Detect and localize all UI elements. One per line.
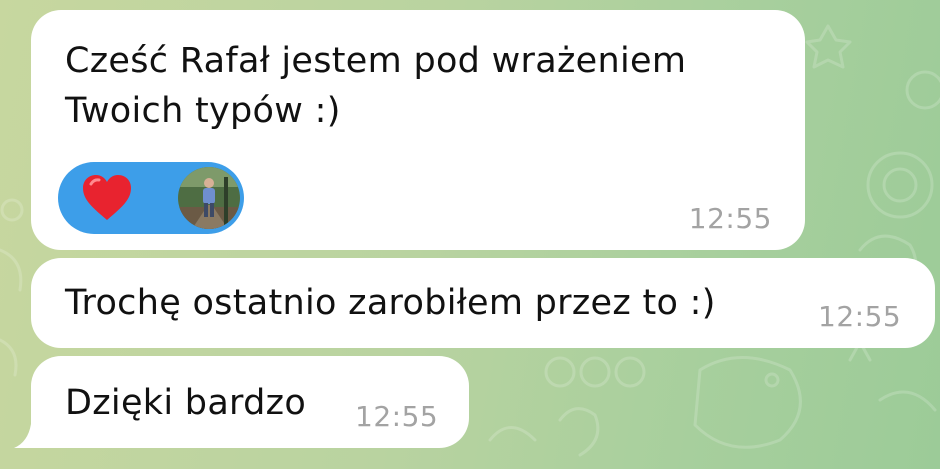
message-bubble[interactable]: Trochę ostatnio zarobiłem przez to :) 12… — [31, 258, 935, 348]
message-text-line: Cześć Rafał jestem pod wrażeniem — [65, 41, 687, 81]
message-text: Trochę ostatnio zarobiłem przez to :) — [65, 283, 716, 323]
message-bubble[interactable]: Cześć Rafał jestem pod wrażeniem Twoich … — [31, 10, 805, 250]
heart-icon — [83, 175, 131, 220]
message-time: 12:55 — [688, 202, 772, 235]
message-time: 12:55 — [355, 400, 439, 433]
chat-background: Cześć Rafał jestem pod wrażeniem Twoich … — [0, 0, 940, 469]
message-text-line: Twoich typów :) — [65, 91, 341, 131]
avatar-photo — [178, 167, 240, 229]
message-bubble[interactable]: Dzięki bardzo 12:55 — [31, 356, 469, 448]
message-time: 12:55 — [818, 300, 902, 333]
message-text: Dzięki bardzo — [65, 383, 307, 423]
message-text: Cześć Rafał jestem pod wrażeniem Twoich … — [65, 36, 785, 136]
avatar[interactable] — [178, 167, 240, 229]
